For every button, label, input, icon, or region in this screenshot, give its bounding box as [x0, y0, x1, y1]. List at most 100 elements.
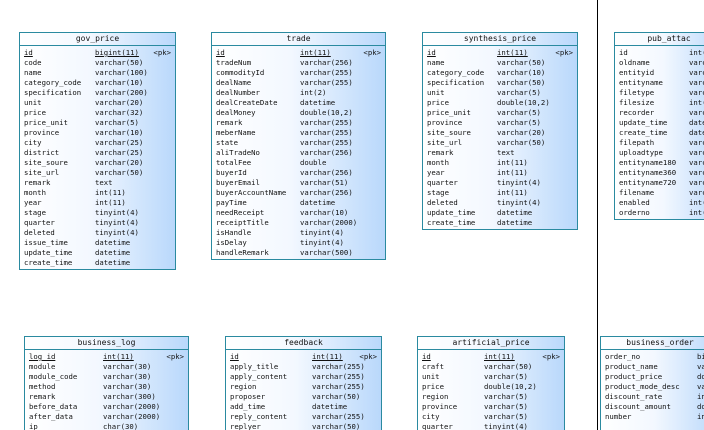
column-type: varchar(5): [484, 372, 528, 381]
column-type: big: [697, 352, 704, 361]
column-row: create_time datetime: [427, 218, 573, 228]
column-type: var: [697, 382, 704, 391]
column-name: quarter: [427, 178, 458, 187]
column-row: oldname varc: [619, 58, 704, 68]
column-type: int(11): [497, 48, 528, 57]
column-name: id: [230, 352, 239, 361]
column-name: update_time: [427, 208, 476, 217]
column-row: dealNumber int(2): [216, 88, 381, 98]
column-row: update_time date: [619, 118, 704, 128]
column-type: dou: [697, 372, 704, 381]
column-name: stage: [427, 188, 449, 197]
column-row: price varchar(32): [24, 108, 171, 118]
column-name: site_soure: [24, 158, 68, 167]
column-type: varchar(255): [300, 128, 353, 137]
column-type: varchar(30): [103, 372, 152, 381]
column-row: district varchar(25): [24, 148, 171, 158]
table-business-log[interactable]: business_log log_id int(11) <pk> module varch…: [24, 336, 189, 430]
column-name: city: [24, 138, 42, 147]
column-row: unit varchar(20): [24, 98, 171, 108]
er-diagram-canvas: gov_price id bigint(11) <pk> code varchar(50)…: [0, 0, 704, 430]
column-type: text: [95, 178, 113, 187]
column-type: bigint(11): [95, 48, 139, 57]
table-artificial-price[interactable]: artificial_price id int(11) <pk> craft varcha…: [417, 336, 565, 430]
column-type: text: [497, 148, 515, 157]
column-name: deleted: [24, 228, 55, 237]
column-type: dou: [697, 402, 704, 411]
column-name: meberName: [216, 128, 256, 137]
table-columns: log_id int(11) <pk> module varchar(30) module…: [25, 350, 188, 430]
column-type: varc: [689, 148, 704, 157]
table-title: gov_price: [20, 33, 175, 46]
column-type: int: [697, 392, 704, 401]
column-name: id: [24, 48, 33, 57]
column-name: recorder: [619, 108, 655, 117]
column-type: varchar(30): [103, 362, 152, 371]
column-type: int(11): [497, 158, 528, 167]
column-type: int(: [689, 48, 704, 57]
column-row: stage int(11): [427, 188, 573, 198]
column-type: varchar(5): [497, 88, 541, 97]
column-type: varchar(256): [300, 148, 353, 157]
column-type: varchar(2000): [103, 402, 161, 411]
column-row: uploadtype varc: [619, 148, 704, 158]
table-trade[interactable]: trade id int(11) <pk> tradeNum varchar(256) co…: [211, 32, 386, 260]
table-business-order[interactable]: business_orderorder_nobigproduct_namevar…: [600, 336, 704, 430]
primary-key-marker: <pk>: [359, 352, 377, 361]
column-name: payTime: [216, 198, 247, 207]
column-name: price_unit: [24, 118, 68, 127]
table-feedback[interactable]: feedback id int(11) <pk> apply_title varchar(…: [225, 336, 382, 430]
column-row: region varchar(5): [422, 392, 560, 402]
column-name: replyer: [230, 422, 261, 430]
table-gov-price[interactable]: gov_price id bigint(11) <pk> code varchar(50)…: [19, 32, 176, 270]
column-name: totalFee: [216, 158, 252, 167]
column-type: varchar(5): [497, 118, 541, 127]
column-type: varchar(5): [95, 118, 139, 127]
column-row: site_url varchar(50): [24, 168, 171, 178]
column-type: varc: [689, 188, 704, 197]
column-type: varchar(20): [497, 128, 546, 137]
column-row: price_unit varchar(5): [427, 108, 573, 118]
column-row: filepath varc: [619, 138, 704, 148]
column-name: handleRemark: [216, 248, 269, 257]
column-name: quarter: [24, 218, 55, 227]
column-name: product_mode_desc: [605, 382, 680, 391]
column-type: varc: [689, 58, 704, 67]
column-type: int(2): [300, 88, 327, 97]
table-title: artificial_price: [418, 337, 564, 350]
column-row: tradeNum varchar(256): [216, 58, 381, 68]
column-type: varchar(50): [497, 78, 546, 87]
column-name: year: [427, 168, 445, 177]
column-type: int(: [689, 208, 704, 217]
column-name: id: [619, 48, 628, 57]
table-title: feedback: [226, 337, 381, 350]
column-name: remark: [24, 178, 51, 187]
column-type: varchar(200): [95, 88, 148, 97]
column-row: buyerAccountName varchar(256): [216, 188, 381, 198]
column-type: varchar(20): [95, 98, 144, 107]
column-name: region: [230, 382, 257, 391]
column-row: discount_rate int: [605, 392, 704, 402]
column-type: int(11): [103, 352, 134, 361]
column-name: reply_content: [230, 412, 288, 421]
column-type: int(11): [497, 188, 528, 197]
column-name: deleted: [427, 198, 458, 207]
column-type: varchar(255): [312, 412, 365, 421]
table-synthesis-price[interactable]: synthesis_price id int(11) <pk> name varchar(…: [422, 32, 578, 230]
column-type: varchar(32): [95, 108, 144, 117]
column-type: varchar(20): [95, 158, 144, 167]
column-row: filetype varc: [619, 88, 704, 98]
column-name: remark: [29, 392, 56, 401]
column-name: dealNumber: [216, 88, 260, 97]
column-type: varchar(5): [484, 412, 528, 421]
column-type: tinyint(4): [95, 228, 139, 237]
column-name: price: [24, 108, 46, 117]
table-pub-attach[interactable]: pub_attacidint(oldnamevarcentityidvarcen…: [614, 32, 704, 220]
table-title: pub_attac: [615, 33, 704, 46]
column-name: aliTradeNo: [216, 148, 260, 157]
column-type: varchar(255): [300, 68, 353, 77]
column-row: city varchar(5): [422, 412, 560, 422]
column-type: varchar(50): [497, 58, 546, 67]
column-type: datetime: [300, 98, 336, 107]
column-name: quarter: [422, 422, 453, 430]
